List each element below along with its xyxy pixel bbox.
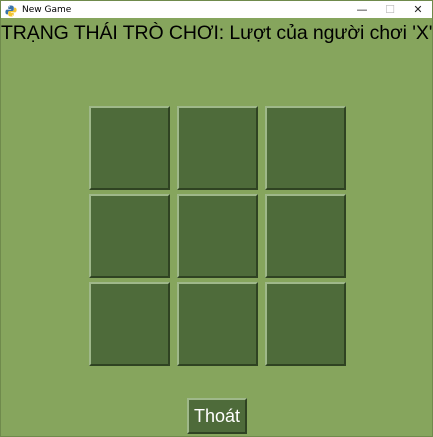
close-icon[interactable]: ✕ — [404, 1, 432, 18]
window-controls: — ☐ ✕ — [348, 1, 432, 18]
exit-button[interactable]: Thoát — [187, 398, 247, 434]
game-window: New Game — ☐ ✕ TRẠNG THÁI TRÒ CHƠI: Lượt… — [0, 0, 433, 437]
minimize-icon[interactable]: — — [348, 1, 376, 18]
board-cell-5[interactable] — [177, 194, 258, 278]
game-status-label: TRẠNG THÁI TRÒ CHƠI: Lượt của người chơi… — [1, 22, 433, 44]
board-cell-8[interactable] — [177, 282, 258, 366]
title-bar: New Game — ☐ ✕ — [1, 1, 432, 18]
python-icon — [5, 4, 17, 16]
maximize-icon: ☐ — [385, 3, 395, 16]
board-cell-4[interactable] — [89, 194, 170, 278]
board-cell-1[interactable] — [89, 106, 170, 190]
game-board — [89, 106, 346, 367]
window-title: New Game — [22, 4, 72, 15]
board-cell-6[interactable] — [265, 194, 346, 278]
board-cell-3[interactable] — [265, 106, 346, 190]
board-cell-9[interactable] — [265, 282, 346, 366]
board-cell-2[interactable] — [177, 106, 258, 190]
board-cell-7[interactable] — [89, 282, 170, 366]
